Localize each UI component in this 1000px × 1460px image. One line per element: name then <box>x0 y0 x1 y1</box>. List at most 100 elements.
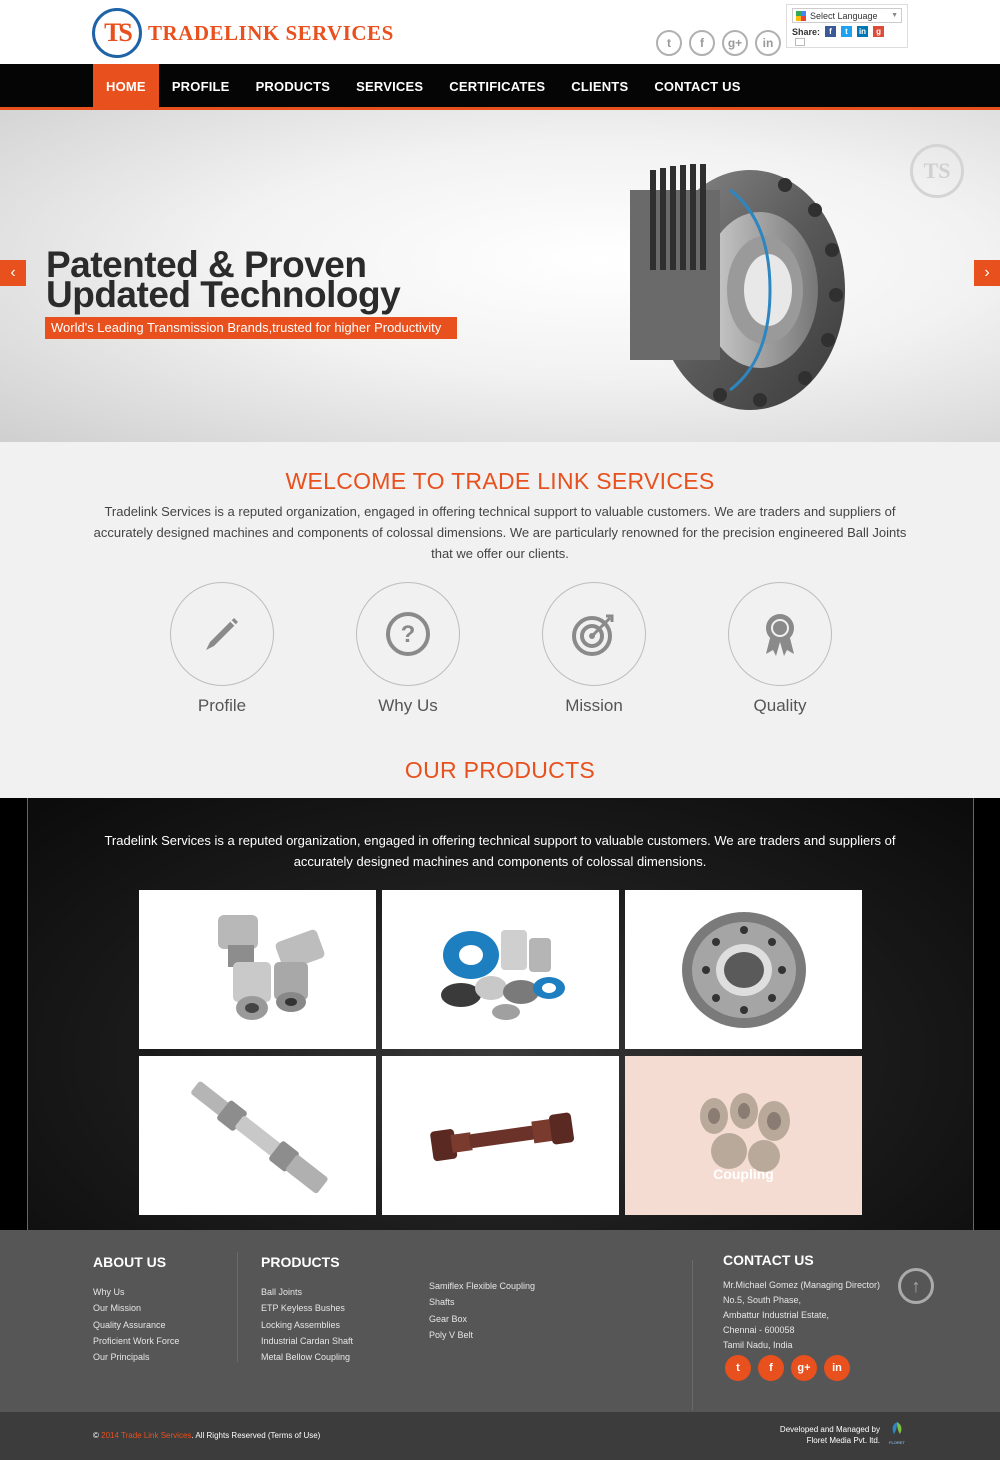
feature-quality[interactable]: Quality <box>728 582 832 716</box>
footer-about-title: ABOUT US <box>93 1254 167 1270</box>
nav-contact-us[interactable]: CONTACT US <box>641 64 753 107</box>
footer-link-poly-v-belt[interactable]: Poly V Belt <box>429 1327 535 1343</box>
google-plus-icon[interactable]: g+ <box>791 1355 817 1381</box>
footer-link-locking-assemblies[interactable]: Locking Assemblies <box>261 1317 353 1333</box>
footer-link-our-mission[interactable]: Our Mission <box>93 1300 179 1316</box>
site-header: TS TRADELINK SERVICES t f g+ in Select L… <box>0 0 1000 64</box>
email-share-icon[interactable] <box>795 38 805 46</box>
site-footer: ABOUT US Why Us Our Mission Quality Assu… <box>0 1230 1000 1412</box>
slide-subtitle: World's Leading Transmission Brands,trus… <box>45 317 458 339</box>
contact-line: No.5, South Phase, <box>723 1295 802 1305</box>
linkedin-icon[interactable]: in <box>824 1355 850 1381</box>
logo-text: TRADELINK SERVICES <box>148 20 394 45</box>
language-select[interactable]: Select Language ▼ <box>792 8 902 23</box>
twitter-share-icon[interactable]: t <box>841 26 853 37</box>
main-nav: HOME PROFILE PRODUCTS SERVICES CERTIFICA… <box>0 64 1000 110</box>
facebook-icon[interactable]: f <box>758 1355 784 1381</box>
welcome-section: WELCOME TO TRADE LINK SERVICES Tradelink… <box>0 442 1000 798</box>
target-icon <box>572 614 614 656</box>
products-section: Tradelink Services is a reputed organiza… <box>0 798 1000 1230</box>
copyright-org-link[interactable]: 2014 Trade Link Services <box>101 1431 191 1440</box>
feature-mission[interactable]: Mission <box>542 582 646 716</box>
products-title: OUR PRODUCTS <box>404 757 596 783</box>
floret-label: FLORET <box>889 1440 905 1445</box>
footer-link-ball-joints[interactable]: Ball Joints <box>261 1284 353 1300</box>
footer-products-more: Samiflex Flexible Coupling Shafts Gear B… <box>429 1278 535 1343</box>
twitter-icon[interactable]: t <box>656 30 682 56</box>
slider-prev-button[interactable]: ‹ <box>0 260 26 286</box>
google-icon <box>796 10 806 21</box>
scroll-to-top-button[interactable]: ↑ <box>898 1268 934 1304</box>
facebook-share-icon[interactable]: f <box>825 26 837 37</box>
product-tile-universal-joints[interactable] <box>139 890 376 1049</box>
nav-certificates[interactable]: CERTIFICATES <box>436 64 558 107</box>
footer-link-work-force[interactable]: Proficient Work Force <box>93 1333 179 1349</box>
feature-why-us[interactable]: ? Why Us <box>356 582 460 716</box>
floret-logo[interactable]: FLORET <box>886 1420 908 1446</box>
translate-widget: Select Language ▼ Share: f t in g <box>786 4 908 48</box>
product-grid: Coupling <box>139 890 862 1215</box>
developer-credit[interactable]: Developed and Managed by Floret Media Pv… <box>760 1424 880 1446</box>
share-row: Share: f t in g <box>792 26 902 37</box>
footer-contact: CONTACT US Mr.Michael Gomez (Managing Di… <box>723 1252 880 1353</box>
footer-products: PRODUCTS Ball Joints ETP Keyless Bushes … <box>261 1254 353 1365</box>
footer-link-quality-assurance[interactable]: Quality Assurance <box>93 1317 179 1333</box>
footer-link-cardan-shaft[interactable]: Industrial Cardan Shaft <box>261 1333 353 1349</box>
google-plus-share-icon[interactable]: g <box>873 26 885 37</box>
product-tile-cardan-joint[interactable] <box>139 1056 376 1215</box>
cardan-joint-image <box>190 1081 328 1193</box>
tile-caption: Coupling <box>713 1166 774 1182</box>
award-icon <box>766 614 794 656</box>
contact-line: Ambattur Industrial Estate, <box>723 1310 830 1320</box>
coupling-product-image <box>630 164 845 410</box>
header-social-links: t f g+ in <box>656 30 781 56</box>
facebook-icon[interactable]: f <box>689 30 715 56</box>
bellow-coupling-image <box>699 1092 790 1172</box>
footer-link-bellow-coupling[interactable]: Metal Bellow Coupling <box>261 1349 353 1365</box>
slider-next-button[interactable]: › <box>974 260 1000 286</box>
twitter-icon[interactable]: t <box>725 1355 751 1381</box>
feature-profile[interactable]: Profile <box>170 582 274 716</box>
footer-link-our-principals[interactable]: Our Principals <box>93 1349 179 1365</box>
contact-line: Chennai - 600058 <box>723 1325 795 1335</box>
footer-link-keyless-bushes[interactable]: ETP Keyless Bushes <box>261 1300 353 1316</box>
nav-profile[interactable]: PROFILE <box>159 64 243 107</box>
feature-list: Profile ? Why Us Mission Quality <box>170 582 832 716</box>
footer-link-why-us[interactable]: Why Us <box>93 1284 179 1300</box>
slide-title: Patented & Proven Updated Technology <box>46 244 401 315</box>
contact-line: Mr.Michael Gomez (Managing Director) <box>723 1280 881 1290</box>
keyless-bushes-image <box>440 929 565 1020</box>
copyright-text: © 2014 Trade Link Services. All Rights R… <box>93 1431 321 1440</box>
product-tile-cardan-shaft[interactable] <box>382 1056 619 1215</box>
svg-text:?: ? <box>401 621 416 648</box>
products-text: Tradelink Services is a reputed organiza… <box>104 833 896 869</box>
watermark-logo: TS <box>910 144 964 198</box>
product-tile-bellow-coupling[interactable]: Coupling <box>625 1056 862 1215</box>
footer-link-shafts[interactable]: Shafts <box>429 1294 535 1310</box>
nav-clients[interactable]: CLIENTS <box>558 64 641 107</box>
linkedin-share-icon[interactable]: in <box>857 26 869 37</box>
footer-social-links: t f g+ in <box>725 1355 850 1381</box>
welcome-title: WELCOME TO TRADE LINK SERVICES <box>285 468 715 494</box>
universal-joint-image <box>217 914 324 1020</box>
footer-link-samiflex-coupling[interactable]: Samiflex Flexible Coupling <box>429 1278 535 1294</box>
footer-contact-title: CONTACT US <box>723 1252 814 1268</box>
contact-line: Tamil Nadu, India <box>723 1340 793 1350</box>
chevron-down-icon: ▼ <box>891 12 898 19</box>
cardan-shaft-image <box>429 1112 574 1161</box>
google-plus-icon[interactable]: g+ <box>722 30 748 56</box>
footer-link-gear-box[interactable]: Gear Box <box>429 1311 535 1327</box>
site-logo[interactable]: TS TRADELINK SERVICES <box>92 8 394 58</box>
footer-products-title: PRODUCTS <box>261 1254 340 1270</box>
nav-home[interactable]: HOME <box>93 64 159 107</box>
welcome-text: Tradelink Services is a reputed organiza… <box>93 504 907 561</box>
product-tile-locking-assembly[interactable] <box>625 890 862 1049</box>
footer-about: ABOUT US Why Us Our Mission Quality Assu… <box>93 1254 179 1365</box>
nav-products[interactable]: PRODUCTS <box>243 64 344 107</box>
footer-divider <box>692 1260 693 1410</box>
nav-services[interactable]: SERVICES <box>343 64 436 107</box>
logo-mark: TS <box>92 8 142 58</box>
pencil-icon <box>206 618 238 650</box>
product-tile-keyless-bushes[interactable] <box>382 890 619 1049</box>
linkedin-icon[interactable]: in <box>755 30 781 56</box>
